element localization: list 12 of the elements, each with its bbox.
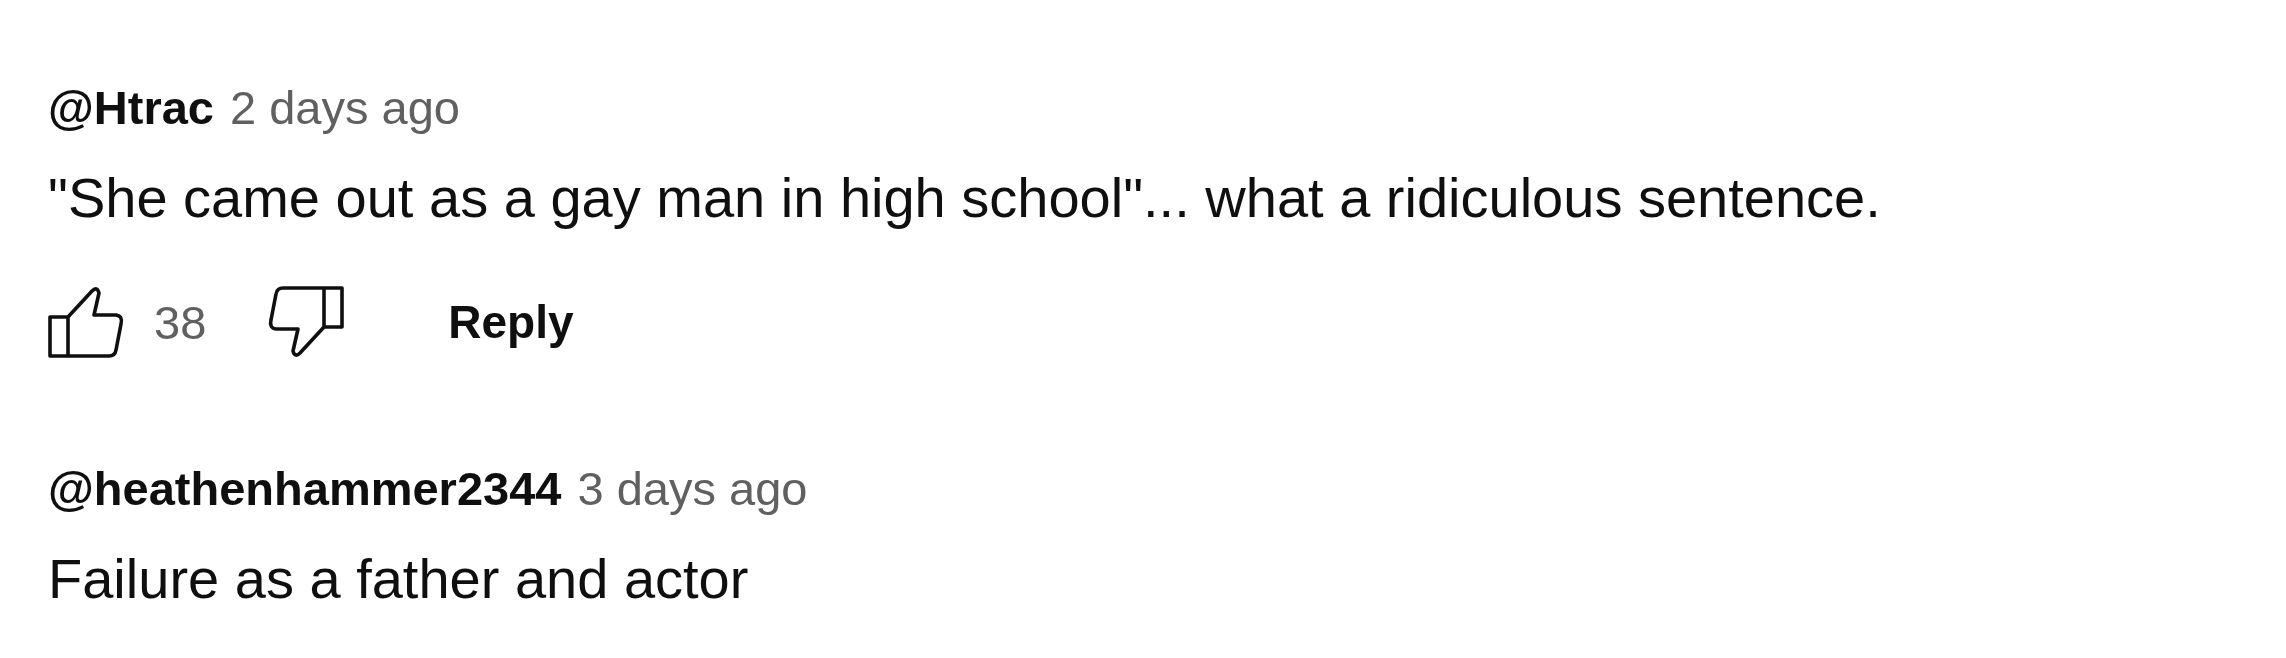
thumbs-down-icon	[268, 286, 345, 358]
dislike-button[interactable]	[268, 286, 345, 358]
comment-author[interactable]: @Htrac	[48, 76, 214, 140]
comment-author[interactable]: @heathenhammer2344	[48, 457, 562, 521]
comment-time[interactable]: 3 days ago	[577, 457, 808, 521]
comment-text: "She came out as a gay man in high school"... what a ridiculous sentence.	[48, 165, 1881, 231]
thumbs-up-icon	[48, 286, 124, 358]
like-button[interactable]	[48, 286, 124, 358]
reply-button[interactable]: Reply	[414, 289, 608, 355]
comment-text: Failure as a father and actor	[48, 546, 749, 612]
like-count: 38	[154, 294, 207, 350]
comment-time[interactable]: 2 days ago	[230, 76, 460, 140]
